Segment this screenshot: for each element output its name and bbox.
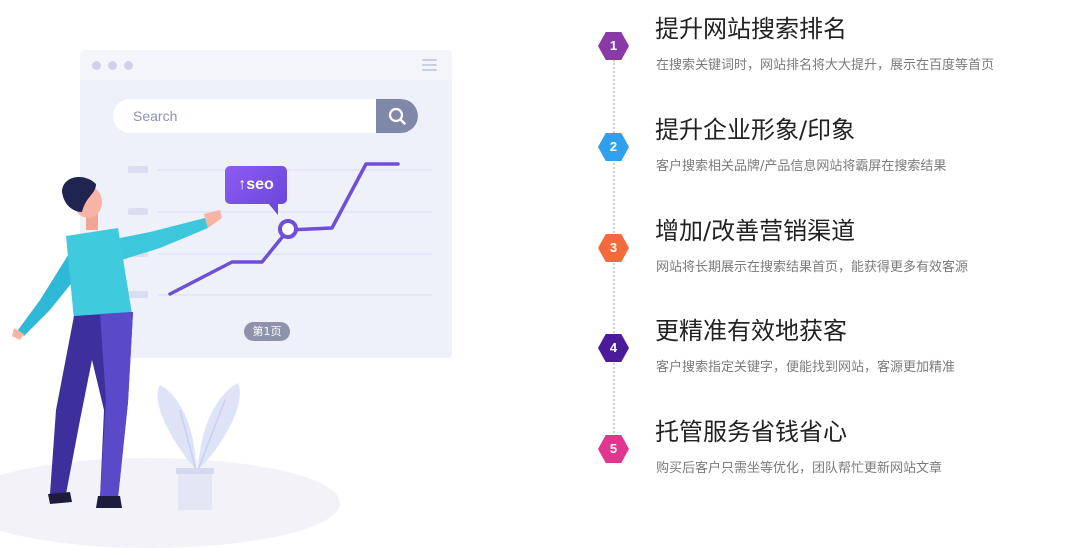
feature-description: 客户搜索指定关键字，便能找到网站，客源更加精准 — [656, 360, 956, 375]
page-number-badge: 第1页 — [244, 322, 290, 341]
number-hexagon: 1 — [598, 32, 629, 60]
feature-title: 提升企业形象/印象 — [655, 116, 856, 144]
illustration-graphics — [12, 162, 432, 510]
number-hexagon: 3 — [598, 234, 629, 262]
seo-badge-tail — [268, 203, 278, 215]
feature-item-3: 3 增加/改善营销渠道 网站将长期展示在搜索结果首页，能获得更多有效客源 — [598, 204, 1068, 294]
number-hexagon: 4 — [598, 334, 629, 362]
feature-item-2: 2 提升企业形象/印象 客户搜索相关品牌/产品信息网站将霸屏在搜索结果 — [598, 103, 1068, 193]
feature-description: 购买后客户只需坐等优化，团队帮忙更新网站文章 — [656, 461, 943, 476]
plant-icon — [157, 383, 240, 510]
trend-marker — [278, 219, 298, 239]
feature-title: 提升网站搜索排名 — [655, 15, 847, 43]
feature-title: 增加/改善营销渠道 — [655, 217, 856, 245]
feature-item-4: 4 更精准有效地获客 客户搜索指定关键字，便能找到网站，客源更加精准 — [598, 304, 1068, 394]
number-hexagon: 2 — [598, 133, 629, 161]
feature-description: 网站将长期展示在搜索结果首页，能获得更多有效客源 — [656, 260, 969, 275]
feature-description: 客户搜索相关品牌/产品信息网站将霸屏在搜索结果 — [656, 159, 947, 174]
number-hexagon: 5 — [598, 435, 629, 463]
feature-list: 1 提升网站搜索排名 在搜索关键词时，网站排名将大大提升，展示在百度等首页 2 … — [598, 0, 1068, 531]
seo-badge: ↑seo — [225, 166, 287, 204]
feature-title: 托管服务省钱省心 — [655, 418, 847, 446]
feature-description: 在搜索关键词时，网站排名将大大提升，展示在百度等首页 — [656, 58, 995, 73]
feature-title: 更精准有效地获客 — [655, 317, 847, 345]
feature-item-1: 1 提升网站搜索排名 在搜索关键词时，网站排名将大大提升，展示在百度等首页 — [598, 2, 1068, 92]
feature-item-5: 5 托管服务省钱省心 购买后客户只需坐等优化，团队帮忙更新网站文章 — [598, 405, 1068, 495]
seo-illustration: Search ↑seo 第1页 — [0, 0, 520, 548]
